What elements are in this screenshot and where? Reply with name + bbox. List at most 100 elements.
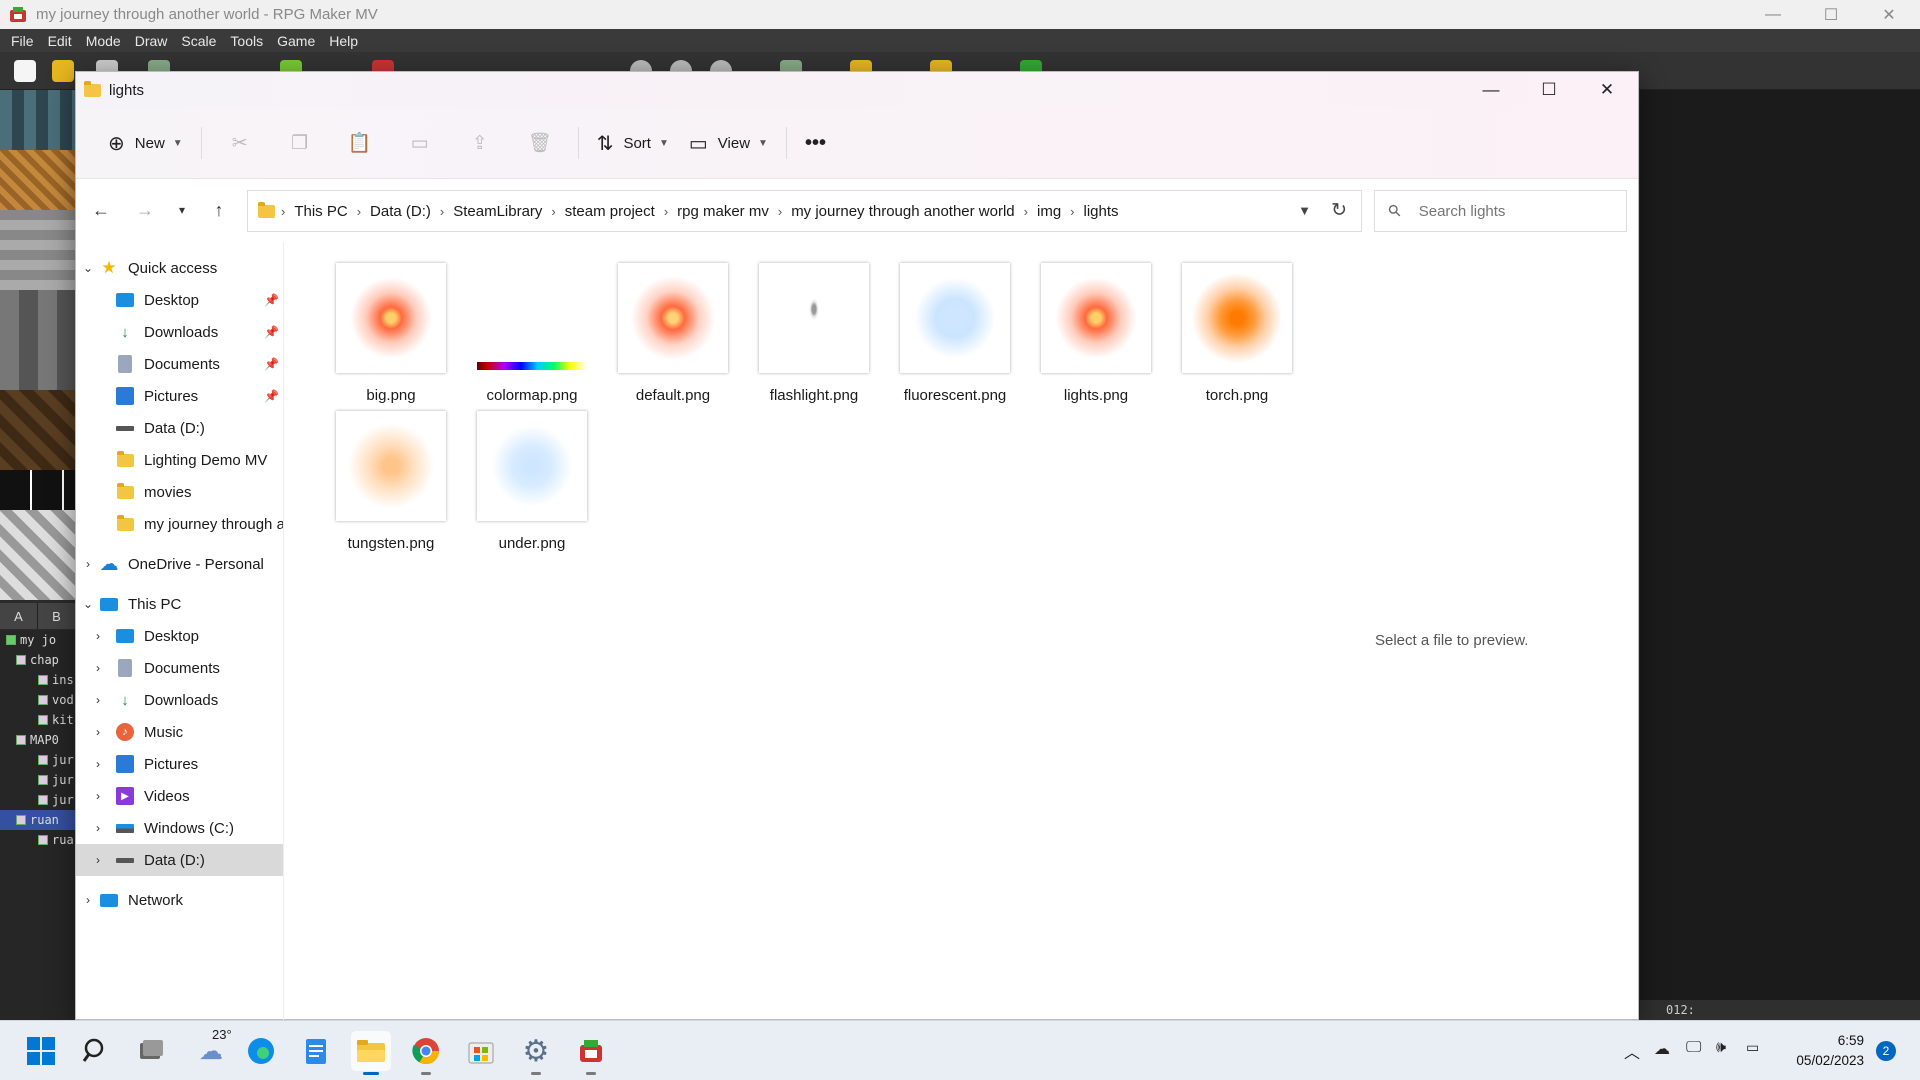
- taskbar-search-button[interactable]: [76, 1031, 116, 1071]
- map-tree-item[interactable]: kit: [0, 710, 76, 730]
- nav-pc-desktop[interactable]: › Desktop: [76, 620, 283, 652]
- nav-pc-documents[interactable]: › Documents: [76, 652, 283, 684]
- close-icon[interactable]: ✕: [1578, 72, 1636, 108]
- nav-pc-windows-drive[interactable]: › Windows (C:): [76, 812, 283, 844]
- file-item-fluorescent[interactable]: fluorescent.png: [885, 260, 1025, 406]
- up-arrow-icon[interactable]: ↑: [197, 190, 241, 230]
- open-project-icon[interactable]: [52, 60, 74, 82]
- breadcrumb-lights[interactable]: lights: [1075, 203, 1128, 220]
- nav-quick-documents[interactable]: Documents 📌: [76, 348, 283, 380]
- nav-pc-pictures[interactable]: › Pictures: [76, 748, 283, 780]
- breadcrumb-data-drive[interactable]: Data (D:): [361, 203, 440, 220]
- expand-chevron-right-icon[interactable]: ›: [92, 853, 104, 867]
- tileset-tab-b[interactable]: B: [38, 603, 76, 629]
- file-item-lights[interactable]: lights.png: [1026, 260, 1166, 406]
- taskbar-file-explorer[interactable]: [351, 1031, 391, 1075]
- expand-chevron-right-icon[interactable]: ›: [92, 757, 104, 771]
- sort-button[interactable]: ⇅ Sort ▼: [587, 123, 679, 163]
- map-tree-item[interactable]: jur: [0, 750, 76, 770]
- map-tree-item[interactable]: vod: [0, 690, 76, 710]
- nav-quick-desktop[interactable]: Desktop 📌: [76, 284, 283, 316]
- breadcrumb-steam-project[interactable]: steam project: [556, 203, 664, 220]
- battery-icon[interactable]: ▭: [1746, 1039, 1759, 1056]
- breadcrumb-img[interactable]: img: [1028, 203, 1070, 220]
- menu-draw[interactable]: Draw: [128, 33, 175, 49]
- nav-network[interactable]: › Network: [76, 884, 283, 916]
- expand-chevron-right-icon[interactable]: ›: [92, 693, 104, 707]
- nav-this-pc[interactable]: ⌄ This PC: [76, 588, 283, 620]
- map-tree-item[interactable]: jur: [0, 790, 76, 810]
- breadcrumb-my-journey[interactable]: my journey through another world: [782, 203, 1023, 220]
- nav-pc-data-drive[interactable]: › Data (D:): [76, 844, 283, 876]
- menu-scale[interactable]: Scale: [174, 33, 223, 49]
- onedrive-cloud-icon[interactable]: ☁: [1654, 1039, 1670, 1059]
- taskbar-notepad[interactable]: [296, 1031, 336, 1071]
- nav-quick-data-drive[interactable]: Data (D:): [76, 412, 283, 444]
- nav-pc-videos[interactable]: › ▶ Videos: [76, 780, 283, 812]
- map-tree-item[interactable]: rua: [0, 830, 76, 850]
- refresh-icon[interactable]: ↻: [1331, 199, 1347, 222]
- pin-icon[interactable]: 📌: [264, 357, 279, 371]
- taskbar-chrome[interactable]: [406, 1031, 446, 1075]
- map-tree-item-selected[interactable]: ruan: [0, 810, 76, 830]
- file-item-tungsten[interactable]: tungsten.png: [321, 408, 461, 554]
- expand-chevron-right-icon[interactable]: ›: [92, 789, 104, 803]
- menu-help[interactable]: Help: [322, 33, 365, 49]
- file-item-under[interactable]: under.png: [462, 408, 602, 554]
- task-view-button[interactable]: [131, 1031, 171, 1071]
- taskbar-settings[interactable]: ⚙: [516, 1031, 556, 1075]
- menu-game[interactable]: Game: [270, 33, 322, 49]
- address-bar[interactable]: › This PC › Data (D:) › SteamLibrary › s…: [247, 190, 1362, 232]
- nav-quick-lighting-demo[interactable]: Lighting Demo MV: [76, 444, 283, 476]
- search-input[interactable]: [1418, 202, 1589, 220]
- pin-icon[interactable]: 📌: [264, 389, 279, 403]
- recent-locations-chevron-icon[interactable]: ▾: [167, 190, 197, 230]
- breadcrumb-steamlibrary[interactable]: SteamLibrary: [444, 203, 551, 220]
- system-clock[interactable]: 6:59 05/02/2023: [1784, 1031, 1864, 1071]
- nav-pc-downloads[interactable]: › ↓ Downloads: [76, 684, 283, 716]
- rename-icon[interactable]: ▭: [390, 123, 450, 163]
- nav-quick-movies[interactable]: movies: [76, 476, 283, 508]
- notification-badge[interactable]: 2: [1876, 1041, 1896, 1061]
- map-canvas[interactable]: [1640, 90, 1920, 1020]
- view-button[interactable]: ▭ View ▼: [679, 123, 778, 163]
- nav-pc-music[interactable]: › ♪ Music: [76, 716, 283, 748]
- map-tree-item[interactable]: MAP0: [0, 730, 76, 750]
- nav-onedrive[interactable]: › ☁ OneDrive - Personal: [76, 548, 283, 580]
- file-item-torch[interactable]: torch.png: [1167, 260, 1307, 406]
- forward-arrow-icon[interactable]: →: [123, 190, 167, 230]
- minimize-icon[interactable]: —: [1462, 72, 1520, 108]
- file-item-colormap[interactable]: colormap.png: [462, 260, 602, 406]
- menu-tools[interactable]: Tools: [223, 33, 270, 49]
- expand-chevron-right-icon[interactable]: ›: [82, 557, 94, 571]
- expand-chevron-down-icon[interactable]: ⌄: [82, 261, 94, 275]
- back-arrow-icon[interactable]: ←: [79, 190, 123, 230]
- more-options-button[interactable]: •••: [795, 123, 846, 163]
- menu-file[interactable]: File: [4, 33, 41, 49]
- network-status-icon[interactable]: 🖵: [1686, 1039, 1701, 1057]
- pin-icon[interactable]: 📌: [264, 325, 279, 339]
- file-item-default[interactable]: default.png: [603, 260, 743, 406]
- expand-chevron-right-icon[interactable]: ›: [82, 893, 94, 907]
- nav-quick-downloads[interactable]: ↓ Downloads 📌: [76, 316, 283, 348]
- map-tree-item[interactable]: chap: [0, 650, 76, 670]
- maximize-icon[interactable]: ☐: [1520, 72, 1578, 108]
- pin-icon[interactable]: 📌: [264, 293, 279, 307]
- taskbar-microsoft-store[interactable]: [461, 1031, 501, 1071]
- close-icon[interactable]: ✕: [1860, 0, 1918, 29]
- volume-icon[interactable]: 🕪: [1716, 1039, 1726, 1057]
- taskbar-edge[interactable]: [241, 1031, 281, 1071]
- search-box[interactable]: ⚲: [1374, 190, 1627, 232]
- expand-chevron-right-icon[interactable]: ›: [92, 725, 104, 739]
- weather-widget[interactable]: ☁ 23°: [186, 1027, 236, 1071]
- breadcrumb-this-pc[interactable]: This PC: [285, 203, 356, 220]
- expand-chevron-right-icon[interactable]: ›: [92, 821, 104, 835]
- delete-icon[interactable]: 🗑: [510, 123, 570, 163]
- expand-chevron-right-icon[interactable]: ›: [92, 661, 104, 675]
- file-item-flashlight[interactable]: flashlight.png: [744, 260, 884, 406]
- expand-chevron-right-icon[interactable]: ›: [92, 629, 104, 643]
- share-icon[interactable]: ⇪: [450, 123, 510, 163]
- menu-mode[interactable]: Mode: [79, 33, 128, 49]
- copy-icon[interactable]: ❐: [270, 123, 330, 163]
- nav-quick-pictures[interactable]: Pictures 📌: [76, 380, 283, 412]
